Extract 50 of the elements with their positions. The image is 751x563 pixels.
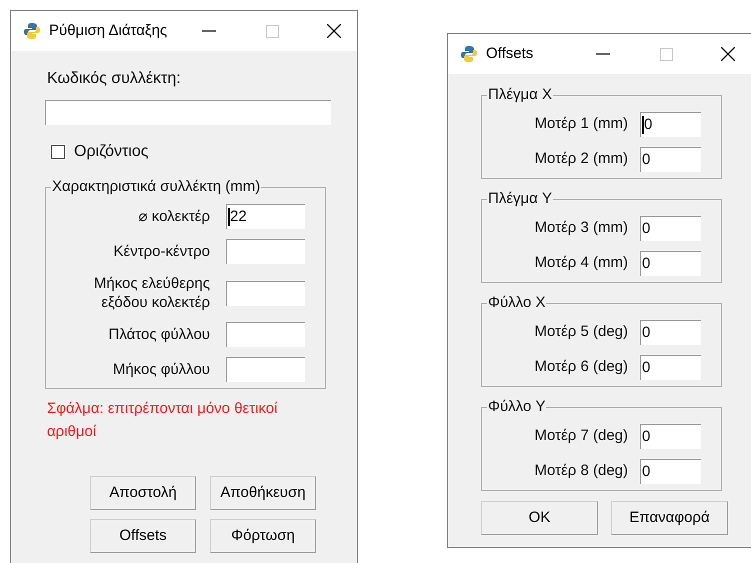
checkbox[interactable] [51, 145, 65, 159]
field-label: Μοτέρ 6 (deg) [534, 357, 628, 378]
dialog-button[interactable]: Offsets [90, 519, 196, 553]
dialog-button[interactable]: Αποστολή [90, 476, 196, 510]
field-label: Μοτέρ 3 (mm) [534, 218, 628, 238]
input-field[interactable]: 0 [640, 459, 701, 484]
dialog-button[interactable]: Φόρτωση [210, 519, 316, 553]
input-field[interactable]: 0 [640, 320, 701, 345]
field-label: Κωδικός συλλέκτη: [47, 69, 182, 89]
input-field[interactable]: 0 [640, 112, 701, 137]
group-legend: Χαρακτηριστικά συλλέκτη (mm) [51, 177, 262, 197]
dialog-button[interactable]: OK [481, 501, 598, 535]
input-field[interactable]: 0 [640, 251, 701, 276]
error-message: Σφάλμα: επιτρέπονται μόνο θετικοί αριθμοί [47, 399, 278, 442]
group-legend: Πλέγμα Y [487, 189, 554, 209]
input-field[interactable]: 0 [640, 424, 701, 449]
field-label: Μοτέρ 7 (deg) [534, 426, 628, 446]
field-label: Μοτέρ 5 (deg) [534, 322, 628, 342]
maximize-icon[interactable] [266, 24, 279, 38]
field-label: ⌀ κολεκτέρ [138, 207, 210, 226]
input-field[interactable] [226, 280, 305, 306]
close-icon[interactable] [327, 24, 341, 38]
dialog-button[interactable]: Αποθήκευση [210, 476, 316, 510]
python-logo-icon [23, 22, 41, 40]
field-label: Κέντρο-κέντρο [112, 242, 210, 261]
field-label: Μήκος φύλλου [112, 360, 210, 379]
input-field[interactable]: 0 [640, 147, 701, 172]
dialog-button[interactable]: Επαναφορά [611, 501, 728, 535]
input-field[interactable]: 22 [226, 204, 305, 229]
python-logo-icon [460, 45, 478, 63]
input-field[interactable] [226, 357, 305, 382]
input-field[interactable] [226, 322, 305, 347]
field-label: Πλάτος φύλλου [108, 325, 210, 344]
field-label: Μήκος ελεύθερης εξόδου κολεκτέρ [92, 274, 210, 312]
field-label: Μοτέρ 2 (mm) [534, 149, 628, 170]
group-legend: Πλέγμα X [487, 85, 554, 105]
field-label: Μοτέρ 4 (mm) [534, 253, 628, 274]
maximize-icon[interactable] [660, 48, 673, 60]
input-field[interactable]: 0 [640, 216, 701, 241]
close-icon[interactable] [721, 47, 735, 61]
text-caret [642, 116, 644, 134]
input-field[interactable] [45, 100, 331, 125]
text-caret [228, 208, 230, 226]
field-label: Μοτέρ 8 (deg) [534, 461, 628, 482]
window-title: Ρύθμιση Διάταξης [49, 20, 168, 41]
field-label: Μοτέρ 1 (mm) [534, 114, 628, 134]
input-field[interactable]: 0 [640, 355, 701, 380]
input-field[interactable] [226, 239, 305, 264]
checkbox-label: Οριζόντιος [74, 142, 148, 162]
window-title: Offsets [486, 44, 534, 64]
